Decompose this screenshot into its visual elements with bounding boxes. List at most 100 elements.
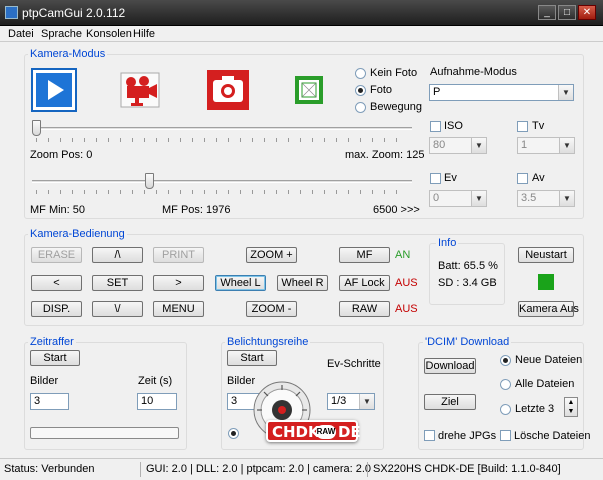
menu-button[interactable]: MENU [153, 301, 204, 317]
ev-value: 0 [433, 192, 440, 204]
av-select[interactable]: 3.5 ▼ [517, 190, 575, 207]
ev-checkbox[interactable] [430, 173, 441, 184]
loesche-dateien-label: Lösche Dateien [514, 430, 591, 442]
foto-mode-button[interactable] [205, 68, 251, 112]
raw-status: AUS [395, 303, 418, 315]
status-versions: GUI: 2.0 | DLL: 2.0 | ptpcam: 2.0 | came… [146, 463, 372, 475]
app-icon [5, 6, 18, 19]
status-separator [140, 462, 141, 477]
menu-bar: Datei Sprache Konsolen Hilfe [0, 26, 603, 42]
mf-max-label: 6500 >>> [373, 204, 420, 216]
download-button[interactable]: Download [424, 358, 476, 374]
print-button[interactable]: PRINT [153, 247, 204, 263]
zeitraffer-bilder-input[interactable]: 3 [30, 393, 69, 410]
tv-checkbox[interactable] [517, 121, 528, 132]
down-button[interactable]: \/ [92, 301, 143, 317]
zeitraffer-zeit-label: Zeit (s) [138, 375, 173, 387]
chevron-down-icon: ▼ [558, 85, 573, 100]
chevron-down-icon: ▼ [471, 138, 486, 153]
erase-button[interactable]: ERASE [31, 247, 82, 263]
spinner-down-icon[interactable]: ▼ [565, 407, 577, 416]
av-value: 3.5 [521, 192, 537, 204]
mf-pos-label: MF Pos: 1976 [162, 204, 231, 216]
tv-value: 1 [521, 139, 528, 151]
zoom-slider-thumb[interactable] [32, 120, 41, 136]
radio-bewegung-label: Bewegung [370, 101, 422, 113]
ev-schritte-label: Ev-Schritte [327, 358, 381, 370]
iso-select[interactable]: 80 ▼ [429, 137, 487, 154]
set-button[interactable]: SET [92, 275, 143, 291]
info-title: Info [436, 237, 459, 249]
dcim-title: 'DCIM' Download [423, 336, 512, 348]
mf-slider-ticks [36, 190, 408, 194]
chdk-text: CHDK [272, 423, 320, 441]
zeitraffer-progress-bar [30, 427, 179, 439]
minimize-button[interactable]: _ [538, 5, 556, 20]
up-button[interactable]: /\ [92, 247, 143, 263]
play-icon [36, 73, 72, 107]
mf-min-label: MF Min: 50 [30, 204, 86, 216]
kamera-aus-button[interactable]: Kamera Aus [518, 301, 579, 317]
aufnahme-modus-select[interactable]: P ▼ [429, 84, 574, 101]
mf-button[interactable]: MF [339, 247, 390, 263]
radio-neue-dateien[interactable] [500, 355, 511, 366]
zoom-minus-button[interactable]: ZOOM - [246, 301, 297, 317]
chdk-de-logo: CHDK RAW DE [238, 380, 363, 450]
mf-slider-thumb[interactable] [144, 173, 154, 189]
tv-select[interactable]: 1 ▼ [517, 137, 575, 154]
play-mode-button[interactable] [31, 68, 77, 112]
maximize-button[interactable]: □ [558, 5, 576, 20]
camera-icon [207, 70, 249, 110]
drehe-jpgs-checkbox[interactable] [424, 430, 435, 441]
radio-bewegung[interactable] [355, 102, 366, 113]
iso-label: ISO [444, 120, 463, 132]
belichtungsreihe-title: Belichtungsreihe [225, 336, 311, 348]
zeitraffer-zeit-input[interactable]: 10 [137, 393, 177, 410]
wheel-r-button[interactable]: Wheel R [277, 275, 328, 291]
loesche-dateien-checkbox[interactable] [500, 430, 511, 441]
window-title: ptpCamGui 2.0.112 [22, 6, 126, 20]
ev-select[interactable]: 0 ▼ [429, 190, 487, 207]
raw-button[interactable]: RAW [339, 301, 390, 317]
radio-kein-foto[interactable] [355, 68, 366, 79]
iso-checkbox[interactable] [430, 121, 441, 132]
menu-sprache[interactable]: Sprache [41, 28, 82, 40]
iso-value: 80 [433, 139, 446, 151]
radio-foto[interactable] [355, 85, 366, 96]
disp-button[interactable]: DISP. [31, 301, 82, 317]
radio-letzte-label: Letzte 3 [515, 403, 555, 415]
radio-alle-dateien-label: Alle Dateien [515, 378, 575, 390]
neustart-button[interactable]: Neustart [518, 247, 574, 263]
zoom-slider-track [32, 127, 412, 130]
av-checkbox[interactable] [517, 173, 528, 184]
menu-datei[interactable]: Datei [8, 28, 34, 40]
spinner-up-icon[interactable]: ▲ [565, 398, 577, 407]
close-button[interactable]: ✕ [578, 5, 596, 20]
zeitraffer-bilder-label: Bilder [30, 375, 59, 387]
movement-mode-button[interactable] [293, 74, 325, 106]
title-bar: ptpCamGui 2.0.112 _ □ ✕ [0, 0, 603, 26]
wheel-l-button[interactable]: Wheel L [215, 275, 266, 291]
kamera-modus-title: Kamera-Modus [28, 48, 108, 60]
letzte-spinner[interactable]: ▲ ▼ [564, 397, 578, 417]
left-button[interactable]: < [31, 275, 82, 291]
zeitraffer-title: Zeitraffer [28, 336, 76, 348]
zoom-plus-button[interactable]: ZOOM + [246, 247, 297, 263]
status-connection: Status: Verbunden [4, 463, 95, 475]
right-button[interactable]: > [153, 275, 204, 291]
menu-konsolen[interactable]: Konsolen [86, 28, 132, 40]
video-mode-button[interactable] [117, 68, 163, 112]
zeitraffer-start-button[interactable]: Start [30, 350, 80, 366]
radio-letzte[interactable] [500, 404, 511, 415]
de-text: DE [338, 423, 361, 441]
chevron-down-icon: ▼ [471, 191, 486, 206]
belichtungsreihe-start-button[interactable]: Start [227, 350, 277, 366]
menu-hilfe[interactable]: Hilfe [133, 28, 155, 40]
sd-label: SD : 3.4 GB [438, 277, 497, 289]
ziel-button[interactable]: Ziel [424, 394, 476, 410]
radio-foto-label: Foto [370, 84, 393, 96]
radio-neue-dateien-label: Neue Dateien [515, 354, 583, 366]
af-lock-button[interactable]: AF Lock [339, 275, 390, 291]
radio-alle-dateien[interactable] [500, 379, 511, 390]
status-led [538, 274, 554, 290]
